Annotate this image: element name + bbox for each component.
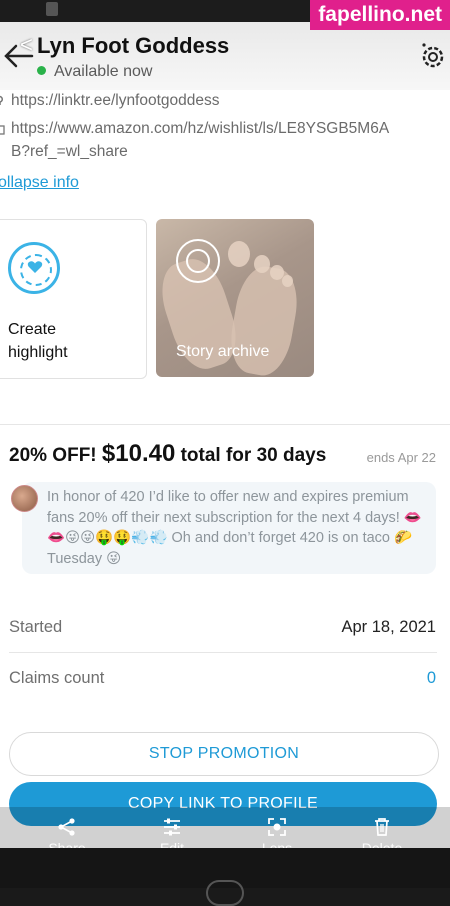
gift-icon	[0, 125, 5, 135]
link-icon	[0, 95, 3, 105]
divider	[9, 652, 437, 653]
back-chevron-icon[interactable]: <	[20, 32, 33, 58]
story-archive-label: Story archive	[176, 343, 270, 360]
trash-icon	[375, 818, 389, 836]
edit-action[interactable]: Edit	[137, 816, 207, 848]
heart-icon	[27, 261, 43, 273]
share-icon	[58, 818, 75, 836]
watermark: fapellino.net	[310, 0, 450, 30]
status-text: Available now	[54, 63, 153, 80]
archive-clock-icon	[176, 239, 220, 283]
link-text[interactable]: https://www.amazon.com/hz/wishlist/ls/LE…	[11, 120, 389, 138]
sliders-icon	[164, 818, 180, 836]
collapse-info-link[interactable]: ollapse info	[0, 174, 79, 192]
promotion-price: $10.40	[101, 440, 176, 467]
link-linktree[interactable]: https://linktr.ee/lynfootgoddess	[0, 92, 450, 112]
divider	[0, 424, 450, 425]
profile-name[interactable]: Lyn Foot Goddess	[37, 33, 229, 59]
lens-action[interactable]: Lens	[242, 816, 312, 848]
promotion-message: In honor of 420 I’d like to offer new an…	[47, 489, 422, 567]
home-pill-icon[interactable]	[206, 880, 244, 906]
link-text[interactable]: B?ref_=wl_share	[11, 143, 128, 161]
claims-label: Claims count	[9, 669, 105, 687]
notification-icon	[46, 2, 58, 16]
link-text[interactable]: https://linktr.ee/lynfootgoddess	[11, 92, 220, 110]
stop-promotion-button[interactable]: STOP PROMOTION	[9, 732, 439, 776]
create-highlight-card[interactable]: Create highlight	[0, 219, 147, 379]
online-dot-icon	[37, 66, 46, 75]
promotion-title: 20% OFF! $10.40 total for 30 days	[9, 440, 327, 467]
link-wishlist-cont[interactable]: B?ref_=wl_share	[0, 143, 450, 163]
promotion-end-date: ends Apr 22	[366, 450, 436, 465]
started-label: Started	[9, 618, 63, 636]
online-status: Available now	[37, 63, 152, 81]
gear-icon[interactable]	[418, 42, 448, 72]
started-value: Apr 18, 2021	[341, 618, 437, 636]
link-wishlist[interactable]: https://www.amazon.com/hz/wishlist/ls/LE…	[0, 120, 450, 140]
claims-count[interactable]: 0	[427, 669, 436, 688]
avatar	[11, 485, 38, 512]
story-archive-card[interactable]: Story archive	[156, 219, 314, 377]
highlight-ring-icon	[8, 242, 60, 294]
create-highlight-label: Create highlight	[8, 321, 68, 361]
system-nav-bar	[0, 848, 450, 906]
chat-header: < Lyn Foot Goddess Available now	[0, 22, 450, 90]
promotion-screen: < Lyn Foot Goddess Available now https:/…	[0, 22, 450, 848]
delete-action[interactable]: Delete	[347, 816, 417, 848]
share-action[interactable]: Share	[32, 816, 102, 848]
lens-icon	[268, 818, 286, 836]
